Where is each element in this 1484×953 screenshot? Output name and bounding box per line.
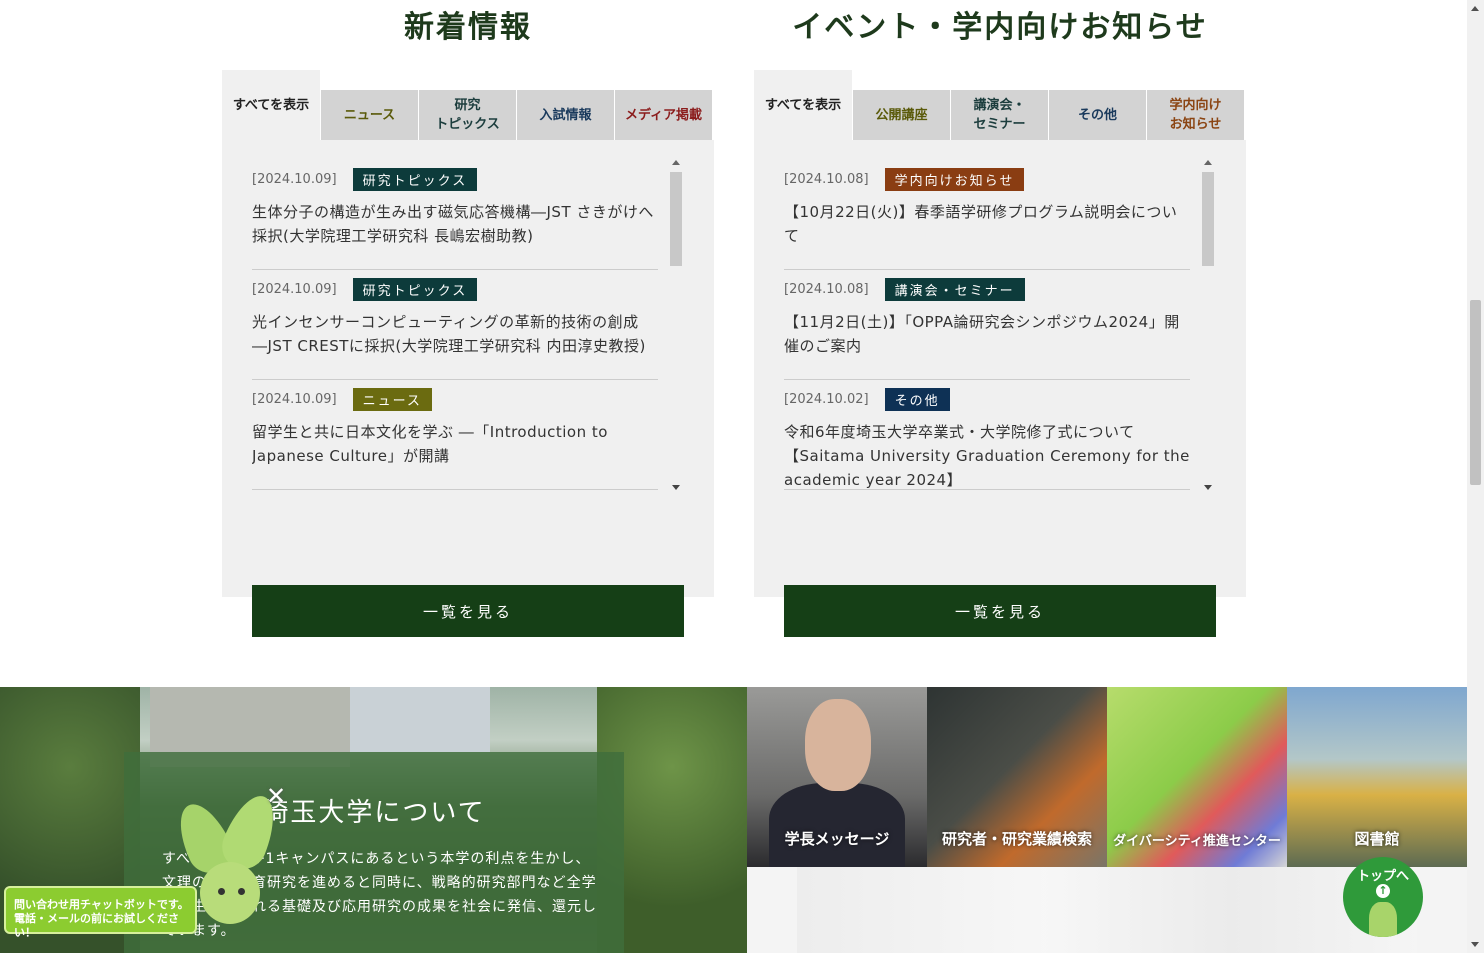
category-badge: 講演会・セミナー — [884, 277, 1025, 301]
page-scrollbar[interactable] — [1467, 0, 1484, 953]
news-tab-media[interactable]: メディア掲載 — [614, 90, 712, 140]
president-photo — [805, 699, 871, 791]
list-item[interactable]: [2024.10.09] 研究トピックス 光インセンサーコンピューティングの革新… — [252, 270, 658, 380]
events-tab-all[interactable]: すべてを表示 — [754, 70, 852, 140]
news-section-title: 新着情報 — [404, 10, 532, 45]
events-tab-seminars[interactable]: 講演会・ セミナー — [950, 90, 1048, 140]
news-panel: すべてを表示 ニュース 研究 トピックス 入試情報 メディア掲載 [2024.1… — [222, 70, 714, 637]
category-badge: ニュース — [352, 387, 432, 411]
news-tabs: すべてを表示 ニュース 研究 トピックス 入試情報 メディア掲載 — [222, 70, 714, 140]
events-tab-campus-notices[interactable]: 学内向け お知らせ — [1146, 90, 1244, 140]
events-more-button[interactable]: 一覧を見る — [784, 585, 1216, 637]
item-link[interactable]: 生体分子の構造が生み出す磁気応答機構―JST さきがけへ採択(大学院理工学研究科… — [252, 200, 658, 248]
events-section-title: イベント・学内向けお知らせ — [792, 10, 1208, 45]
news-tab-admissions[interactable]: 入試情報 — [516, 90, 614, 140]
tile-diversity-center[interactable]: ダイバーシティ推進センター — [1107, 687, 1287, 867]
events-tab-public-lectures[interactable]: 公開講座 — [852, 90, 950, 140]
item-date: [2024.10.09] — [252, 281, 337, 297]
president-photo — [769, 783, 905, 867]
mascot-icon — [1369, 902, 1397, 937]
tile-label: 図書館 — [1354, 830, 1400, 848]
chatbot-text: 問い合わせ用チャットボットです。 電話・メールの前にお試しください！ — [14, 898, 189, 939]
item-date: [2024.10.09] — [252, 171, 337, 187]
tile-library[interactable]: 図書館 — [1287, 687, 1467, 867]
item-date: [2024.10.09] — [252, 391, 337, 407]
mascot-eye-icon — [238, 888, 245, 895]
tile-label: 研究者・研究業績検索 — [941, 830, 1092, 848]
events-tab-other[interactable]: その他 — [1048, 90, 1146, 140]
item-link[interactable]: 令和6年度埼玉大学卒業式・大学院修了式について【Saitama Universi… — [784, 420, 1190, 492]
item-link[interactable]: 留学生と共に日本文化を学ぶ ―「Introduction to Japanese… — [252, 420, 658, 468]
list-item[interactable]: [2024.10.09] 研究トピックス 生体分子の構造が生み出す磁気応答機構―… — [252, 160, 658, 270]
category-badge: 研究トピックス — [352, 277, 478, 301]
events-tabs: すべてを表示 公開講座 講演会・ セミナー その他 学内向け お知らせ — [754, 70, 1246, 140]
campus-building-image — [350, 687, 490, 752]
events-panel-body: [2024.10.08] 学内向けお知らせ 【10月22日(火)】春季語学研修プ… — [754, 140, 1246, 637]
tile-label: 学長メッセージ — [784, 830, 890, 848]
tile-researcher-search[interactable]: 研究者・研究業績検索 — [927, 687, 1107, 867]
scroll-down-icon[interactable] — [1471, 942, 1479, 947]
back-to-top-button[interactable]: トップへ ↑ — [1343, 857, 1423, 937]
category-badge: 研究トピックス — [352, 167, 478, 191]
scroll-up-icon[interactable] — [1471, 6, 1479, 11]
item-date: [2024.10.02] — [784, 391, 869, 407]
close-icon[interactable]: ✕ — [266, 782, 286, 810]
news-list[interactable]: [2024.10.09] 研究トピックス 生体分子の構造が生み出す磁気応答機構―… — [252, 160, 658, 552]
item-link[interactable]: 光インセンサーコンピューティングの革新的技術の創成―JST CRESTに採択(大… — [252, 310, 658, 358]
item-date: [2024.10.08] — [784, 171, 869, 187]
events-list[interactable]: [2024.10.08] 学内向けお知らせ 【10月22日(火)】春季語学研修プ… — [784, 160, 1190, 552]
events-list-scrollbar[interactable] — [1202, 160, 1214, 490]
news-tab-all[interactable]: すべてを表示 — [222, 70, 320, 140]
scroll-up-icon[interactable] — [672, 160, 680, 165]
scroll-thumb[interactable] — [670, 172, 682, 266]
item-date: [2024.10.08] — [784, 281, 869, 297]
list-item[interactable]: [2024.10.08] 講演会・セミナー 【11月2日(土)】「OPPA論研究… — [784, 270, 1190, 380]
scroll-down-icon[interactable] — [672, 485, 680, 490]
news-list-scrollbar[interactable] — [670, 160, 682, 490]
news-tab-research-topics[interactable]: 研究 トピックス — [418, 90, 516, 140]
scroll-up-icon[interactable] — [1204, 160, 1212, 165]
news-panel-body: [2024.10.09] 研究トピックス 生体分子の構造が生み出す磁気応答機構―… — [222, 140, 714, 637]
back-to-top-label: トップへ — [1356, 869, 1409, 884]
category-badge: 学内向けお知らせ — [884, 167, 1025, 191]
events-panel: すべてを表示 公開講座 講演会・ セミナー その他 学内向け お知らせ [202… — [754, 70, 1246, 637]
item-link[interactable]: 【11月2日(土)】「OPPA論研究会シンポジウム2024」開催のご案内 — [784, 310, 1190, 358]
mascot-head-icon — [200, 862, 260, 924]
list-item[interactable]: [2024.10.02] その他 令和6年度埼玉大学卒業式・大学院修了式について… — [784, 380, 1190, 490]
tile-label: ダイバーシティ推進センター — [1113, 834, 1281, 849]
scroll-thumb[interactable] — [1470, 300, 1481, 485]
news-more-button[interactable]: 一覧を見る — [252, 585, 684, 637]
chatbot-button[interactable]: 問い合わせ用チャットボットです。 電話・メールの前にお試しください！ — [4, 886, 197, 939]
list-item[interactable]: [2024.10.09] ニュース 留学生と共に日本文化を学ぶ ―「Introd… — [252, 380, 658, 490]
publications-image — [797, 867, 1417, 953]
scroll-thumb[interactable] — [1202, 172, 1214, 266]
news-tab-news[interactable]: ニュース — [320, 90, 418, 140]
category-badge: その他 — [884, 387, 950, 411]
item-link[interactable]: 【10月22日(火)】春季語学研修プログラム説明会について — [784, 200, 1190, 248]
mascot-eye-icon — [218, 888, 225, 895]
tile-president-message[interactable]: 学長メッセージ — [747, 687, 927, 867]
list-item[interactable]: [2024.10.08] 学内向けお知らせ 【10月22日(火)】春季語学研修プ… — [784, 160, 1190, 270]
arrow-up-icon: ↑ — [1376, 884, 1390, 898]
scroll-down-icon[interactable] — [1204, 485, 1212, 490]
